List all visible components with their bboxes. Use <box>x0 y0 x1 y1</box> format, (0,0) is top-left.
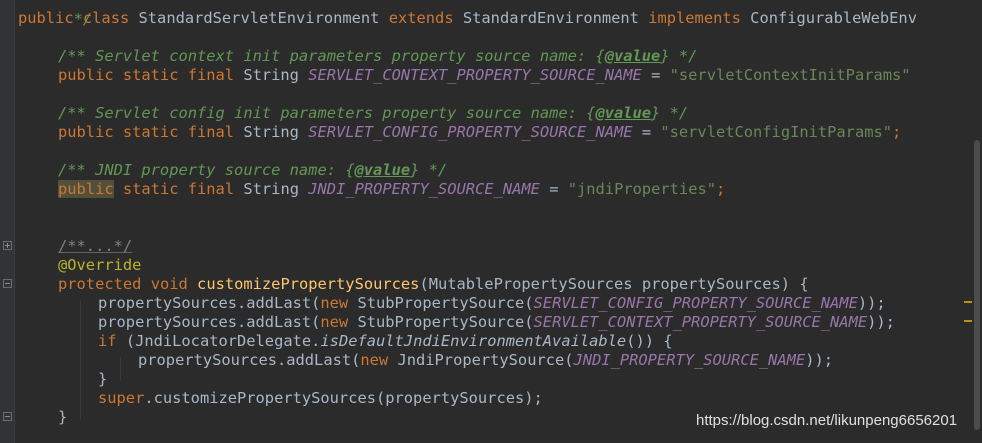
interface-name: ConfigurableWebEnv <box>750 9 917 27</box>
fold-collapse-icon[interactable] <box>3 279 12 288</box>
closing-brace: } <box>98 370 108 388</box>
fold-collapse-icon[interactable] <box>3 412 12 421</box>
scrollbar-thumb[interactable] <box>974 140 980 430</box>
folded-doc-comment[interactable]: /**...*/ <box>18 237 132 256</box>
class-declaration-line: public class StandardServletEnvironment … <box>18 9 917 27</box>
watermark: https://blog.csdn.net/likunpeng6656201 <box>696 412 958 429</box>
method-signature-line: protected void customizePropertySources(… <box>58 275 809 293</box>
code-line: propertySources.addLast(new JndiProperty… <box>138 351 833 369</box>
gutter-divider <box>14 0 15 443</box>
super-call-line: super.customizePropertySources(propertyS… <box>98 389 543 407</box>
doc-comment-line: /** Servlet context init parameters prop… <box>58 47 698 65</box>
field-declaration-line: public static final String JNDI_PROPERTY… <box>58 180 726 198</box>
method-name: customizePropertySources <box>197 275 420 293</box>
closing-brace: } <box>58 408 68 426</box>
annotation-line: @Override <box>58 256 142 274</box>
code-editor[interactable]: */ public class StandardServletEnvironme… <box>0 0 982 443</box>
code-area[interactable]: */ public class StandardServletEnvironme… <box>18 0 982 443</box>
superclass-name: StandardEnvironment <box>462 9 639 27</box>
field-declaration-line: public static final String SERVLET_CONTE… <box>58 66 911 84</box>
vertical-scrollbar[interactable] <box>972 0 982 443</box>
field-declaration-line: public static final String SERVLET_CONFI… <box>58 123 902 141</box>
editor-gutter <box>0 0 14 443</box>
code-line: propertySources.addLast(new StubProperty… <box>98 313 895 331</box>
code-line: propertySources.addLast(new StubProperty… <box>98 294 886 312</box>
if-statement-line: if (JndiLocatorDelegate.isDefaultJndiEnv… <box>98 332 673 350</box>
fold-expand-icon[interactable] <box>3 241 12 250</box>
highlighted-keyword: public <box>58 180 114 198</box>
doc-comment-line: /** JNDI property source name: {@value} … <box>58 161 448 179</box>
class-name: StandardServletEnvironment <box>138 9 380 27</box>
doc-comment-line: /** Servlet config init parameters prope… <box>58 104 689 122</box>
